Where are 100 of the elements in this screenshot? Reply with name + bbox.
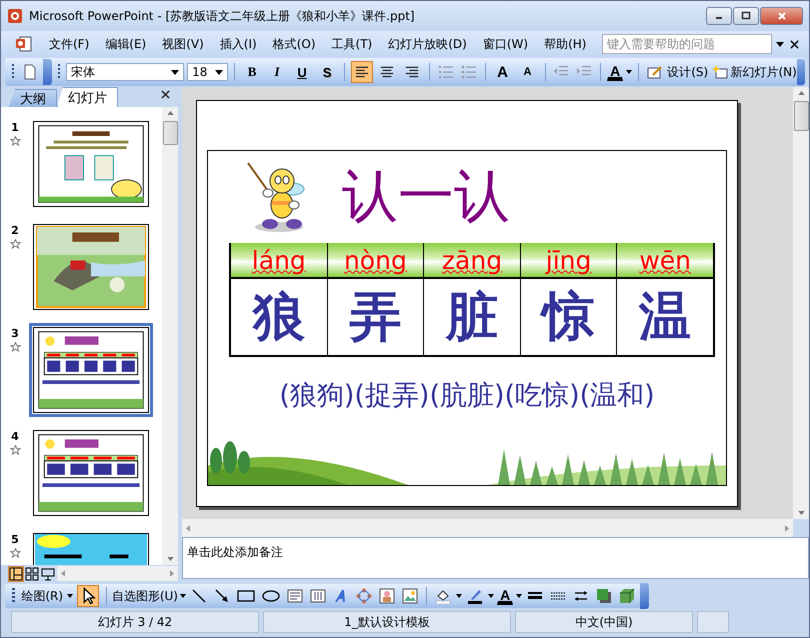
scrollbar-thumb[interactable] [162,121,178,145]
align-left-icon [354,65,369,79]
panel-tab[interactable]: 幻灯片 [57,87,118,107]
character-cell-text: 弄 [348,286,402,349]
dropdown-arrow-icon[interactable] [626,70,632,74]
status-field: 中文(中国) [515,611,693,633]
pinyin-cell: jīng [520,243,616,279]
slide-title: 认一认 [342,163,510,231]
align-center-icon [380,65,394,79]
star-icon [10,445,20,455]
format-button[interactable]: S [316,61,338,83]
dropdown-arrow-icon[interactable] [456,594,462,598]
dropdown-arrow-icon [171,70,180,74]
font-size-dropdown[interactable]: 18 [187,63,228,81]
menu-item[interactable]: 视图(V) [154,36,212,52]
maximize-button[interactable] [733,7,759,25]
oval-icon[interactable] [262,589,280,603]
clip-art-icon[interactable] [379,588,396,604]
slide-number: 5 [11,533,19,546]
character-cell: 惊 [520,279,616,355]
menu-item[interactable]: 编辑(E) [97,36,154,52]
design-icon [646,65,663,79]
pinyin-cell: zāng [424,243,520,279]
status-field: 1_默认设计模板 [263,611,511,633]
arrow-icon[interactable] [214,588,230,604]
dropdown-arrow-icon[interactable] [776,42,784,46]
maximize-icon [741,11,751,21]
rectangle-icon[interactable] [237,589,256,603]
format-button[interactable]: U [291,61,314,83]
close-icon[interactable] [790,40,799,48]
picture-icon[interactable] [402,588,418,604]
scroll-down-arrow-icon[interactable] [166,557,174,561]
font-color-button[interactable]: A [497,587,514,605]
toolbar-handle[interactable] [12,588,15,604]
new-slide-button[interactable]: 新幻灯片(N) [733,61,794,83]
slide-sorter-icon[interactable] [25,566,39,580]
autoshapes-button[interactable]: 自选图形(U) [112,585,178,607]
slideshow-icon[interactable] [41,566,55,580]
grow-font-button[interactable]: A [492,61,514,83]
toolbar-options-button[interactable] [796,59,805,85]
vertical-scrollbar[interactable] [162,107,178,565]
format-button[interactable]: B [241,61,264,83]
menu-item[interactable]: 工具(T) [324,36,380,52]
help-search-field[interactable]: 键入需要帮助的问题 [602,34,772,54]
line-icon[interactable] [191,588,208,604]
menu-item[interactable]: 幻灯片放映(D) [380,36,475,52]
dropdown-arrow-icon[interactable] [488,594,494,598]
minimize-button[interactable] [706,7,732,25]
diagram-icon[interactable] [356,588,372,604]
close-icon[interactable] [161,90,170,99]
star-icon [10,136,20,146]
new-document-icon[interactable] [22,64,38,80]
star-icon [10,548,20,558]
scroll-up-arrow-icon[interactable] [166,111,174,115]
pointer-icon[interactable] [78,586,98,606]
arrow-style-icon[interactable] [573,588,590,604]
design-button[interactable]: 设计(S) [668,61,708,83]
pinyin-cell: nòng [328,243,424,279]
menu-item[interactable]: 格式(O) [264,36,324,52]
dropdown-arrow-icon [215,70,224,74]
fill-color-icon[interactable] [435,588,452,604]
word-phrases: (狼狗)(捉弄)(肮脏)(吃惊)(温和) [278,379,656,413]
align-button[interactable] [350,61,373,83]
text-box-icon[interactable] [287,588,304,604]
dropdown-arrow-icon[interactable] [66,594,73,598]
notes-field[interactable]: 单击此处添加备注 [182,537,809,579]
menu-item[interactable]: 插入(I) [212,36,265,52]
normal-view-icon[interactable] [9,566,23,580]
draw-menu-button[interactable]: 绘图(R) [20,585,64,607]
scrollbar-thumb[interactable] [794,101,808,131]
dropdown-arrow-icon[interactable] [180,594,186,598]
format-button[interactable]: I [266,61,288,83]
toolbar-handle[interactable] [12,64,14,80]
dropdown-arrow-icon[interactable] [516,594,522,598]
shrink-font-button[interactable]: A [516,61,538,83]
scroll-down-arrow-icon[interactable] [798,511,804,515]
3d-cube-icon[interactable] [619,588,636,604]
align-right-icon [404,65,419,79]
font-color-button[interactable]: A [607,63,624,81]
character-cell-text: 脏 [444,286,499,349]
new-slide-icon [712,65,728,79]
close-icon [776,11,786,21]
vertical-scrollbar[interactable] [793,87,809,519]
app-icon [7,8,23,24]
status-field: 幻灯片 3 / 42 [11,611,259,633]
line-color-icon[interactable] [467,588,484,604]
menu-item[interactable]: 窗口(W) [474,36,536,52]
font-dropdown[interactable]: 宋体 [66,63,184,81]
close-button[interactable] [760,7,803,25]
panel-tab[interactable]: 大纲 [9,89,57,107]
slide-number: 2 [11,224,19,237]
document-icon[interactable] [15,35,33,53]
slide-number: 4 [11,430,19,443]
menu-item[interactable]: 文件(F) [41,36,98,52]
shadow-icon[interactable] [596,588,612,604]
toolbar-handle[interactable] [58,64,60,80]
vertical-text-box-icon[interactable] [310,588,326,604]
menu-item[interactable]: 帮助(H) [536,36,594,52]
pinyin-cell: wēn [617,243,713,279]
scroll-up-arrow-icon[interactable] [798,91,804,95]
